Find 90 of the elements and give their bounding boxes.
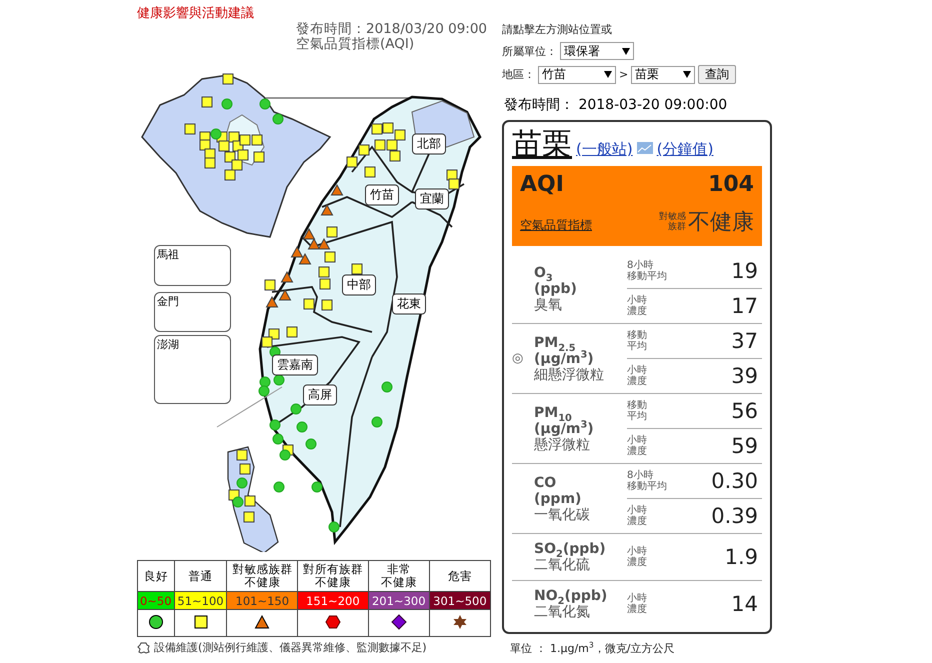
station-name: 苗栗 [512,126,572,164]
pollutant-unit: (ppb) [534,280,578,296]
pollutant-name: SO$_{2}$(ppb) [534,541,607,557]
separator-text: > [619,68,628,81]
query-prompt: 請點擊左方測站位置或 [502,22,613,37]
reading-label: 小時 濃度 [627,593,647,615]
legend-range: 151~200 [298,592,368,610]
maintenance-icon [137,642,150,654]
caret-icon [683,71,692,78]
unit-note: 單位 ： 1.μg/m$^{3}$，微克/立方公尺 [510,642,676,655]
region-label[interactable]: 高屏 [303,384,337,406]
island-inset[interactable]: 馬祖 [154,245,231,286]
region-label[interactable]: 雲嘉南 [272,354,318,376]
star-icon [452,614,468,630]
reading-label: 小時 濃度 [627,295,647,317]
legend-range: 201~300 [368,592,430,610]
agency-select[interactable]: 環保署 [560,42,634,60]
aqi-label: AQI [520,172,565,199]
maintenance-note: 設備維護(測站例行維護、儀器異常維修、監測數據不足) [154,640,427,655]
reading-value: 1.9 [724,545,759,569]
area-label: 地區： [502,67,535,82]
query-button[interactable]: 查詢 [698,65,736,84]
pollutant-chinese-name: 二氧化氮 [534,604,591,620]
reading-value: 37 [731,329,759,353]
pollutant-name: CO [534,474,558,490]
region-label[interactable]: 竹苗 [365,184,399,206]
reading-value: 0.30 [711,469,759,493]
legend-heading: 良好 [138,560,174,592]
island-inset[interactable]: 澎湖 [154,335,231,404]
pollutant-chinese-name: 一氧化碳 [534,506,591,522]
agency-label: 所屬單位： [502,44,557,58]
pollutant-name: O$_{3}$ [534,264,553,280]
island-inset[interactable]: 金門 [154,292,231,332]
reading-label: 8小時 移動平均 [627,470,667,492]
pollutant-chinese-name: 細懸浮微粒 [534,366,605,382]
aqi-status: 不健康 [688,208,754,237]
diamond-icon [390,614,407,630]
hexagon-icon [324,614,341,630]
aqi-value: 104 [707,172,754,199]
pollutant-name: PM$_{2.5}$ [534,334,576,350]
reading-label: 小時 濃度 [627,435,647,457]
publish-time: 發布時間：2018/03/20 09:00 [296,22,488,37]
caret-icon [604,71,612,78]
pollutant-name: PM$_{10}$ [534,404,572,420]
legend-range: 301~500 [429,592,490,610]
region-label[interactable]: 中部 [342,274,376,296]
reading-label: 小時 濃度 [627,365,647,387]
island-name: 馬祖 [157,247,179,262]
reading-value: 14 [731,592,759,616]
map-subtitle: 空氣品質指標(AQI) [296,37,416,52]
marker-symbol: ◎ [512,351,524,366]
circle-icon [148,614,164,630]
reading-value: 19 [731,259,759,283]
reading-label: 小時 濃度 [627,505,647,527]
reading-label: 小時 濃度 [627,546,647,568]
pollutant-name: NO$_{2}$(ppb) [534,588,608,604]
group-label: 對敏感 族群 [659,212,686,232]
square-icon [192,614,208,630]
legend-range: 0~50 [138,592,174,610]
caret-icon [622,48,630,54]
page-title: 健康影響與活動建議 [136,5,255,22]
reading-label: 移動 平均 [627,400,647,422]
station-select[interactable]: 苗栗 [631,66,696,84]
pollutant-unit: (μg/m$^{3}$) [534,350,595,366]
pollutant-chinese-name: 臭氧 [534,296,563,312]
region-label[interactable]: 花東 [392,294,426,314]
publish-time: 發布時間： 2018-03-20 09:00:00 [504,96,728,114]
island-name: 金門 [157,294,179,309]
legend-range: 101~150 [226,592,298,610]
reading-value: 56 [731,399,759,423]
region-label[interactable]: 宜蘭 [415,188,449,210]
pollutant-chinese-name: 懸浮微粒 [534,436,591,452]
pollutant-chinese-name: 二氧化硫 [534,557,591,573]
pollutant-unit: (ppm) [534,490,582,506]
station-type-link[interactable]: (一般站) [576,140,633,159]
island-name: 澎湖 [157,337,179,352]
reading-label: 移動 平均 [627,330,647,352]
area-select[interactable]: 竹苗 [538,66,616,84]
reading-value: 39 [731,364,759,388]
pollutant-unit: (μg/m$^{3}$) [534,420,595,436]
reading-value: 0.39 [711,504,759,528]
chart-icon[interactable] [636,142,653,154]
reading-value: 59 [731,434,759,458]
region-label[interactable]: 北部 [412,134,446,154]
aqi-link[interactable]: 空氣品質指標 [520,217,659,240]
reading-label: 8小時 移動平均 [627,260,667,282]
legend-range: 51~100 [174,592,227,610]
triangle-icon [254,614,270,630]
reading-value: 17 [731,294,759,318]
minute-value-link[interactable]: (分鐘值) [656,140,714,159]
